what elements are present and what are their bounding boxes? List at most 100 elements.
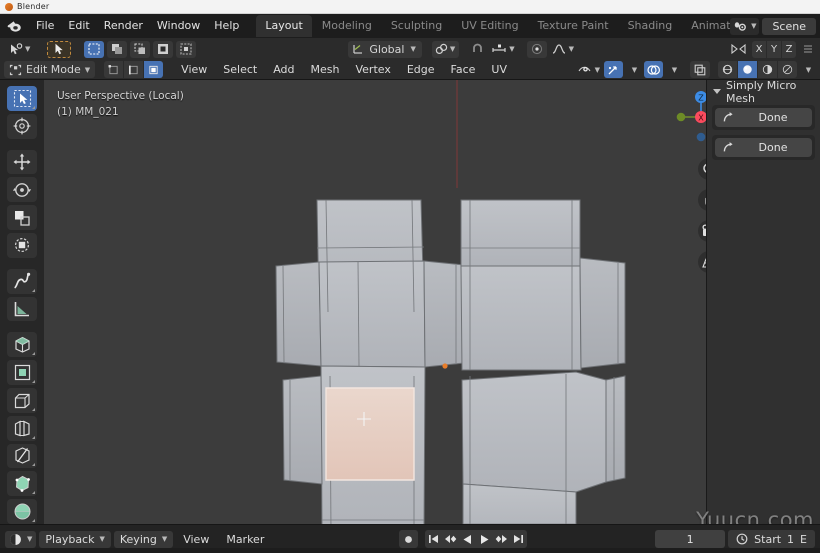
viewport-menu-uv[interactable]: UV bbox=[484, 62, 514, 77]
select-mode-invert[interactable] bbox=[153, 40, 174, 58]
shading-material-button[interactable] bbox=[758, 61, 777, 78]
tool-cursor[interactable] bbox=[7, 113, 37, 139]
orientation-caret-icon: ▼ bbox=[410, 45, 416, 53]
menu-render[interactable]: Render bbox=[97, 17, 150, 35]
shading-wireframe-button[interactable] bbox=[718, 61, 737, 78]
mirror-axis-x[interactable]: X bbox=[752, 40, 767, 58]
shading-solid-icon bbox=[743, 65, 752, 74]
menu-file[interactable]: File bbox=[29, 17, 61, 35]
vertex-select-mode-button[interactable] bbox=[104, 61, 124, 78]
options-dropdown[interactable] bbox=[799, 41, 816, 58]
overlays-dropdown[interactable]: ▼ bbox=[665, 61, 682, 78]
tool-expand-corner-icon bbox=[32, 379, 35, 383]
menu-edit[interactable]: Edit bbox=[61, 17, 96, 35]
active-tool-dropdown[interactable]: ▼ bbox=[4, 41, 34, 58]
operator-row-1: Done bbox=[712, 105, 815, 130]
workspace-tab-shading[interactable]: Shading bbox=[619, 15, 682, 37]
mirror-options-button[interactable] bbox=[728, 41, 749, 58]
workspace-tab-layout[interactable]: Layout bbox=[256, 15, 312, 37]
falloff-dropdown[interactable]: ▼ bbox=[550, 41, 576, 58]
menu-help[interactable]: Help bbox=[207, 17, 246, 35]
tool-inset-faces[interactable] bbox=[7, 360, 37, 385]
viewport-menu-vertex[interactable]: Vertex bbox=[348, 62, 397, 77]
timeline-menu-playback[interactable]: Playback ▼ bbox=[39, 530, 111, 548]
panel-header-simply-micro-mesh[interactable]: Simply Micro Mesh bbox=[707, 80, 820, 105]
operator-done-1-button[interactable]: Done bbox=[715, 108, 812, 127]
object-visibility-dropdown[interactable]: ▼ bbox=[576, 61, 602, 78]
tool-measure[interactable] bbox=[7, 296, 37, 322]
timeline-menu-keying[interactable]: Keying ▼ bbox=[113, 530, 174, 548]
transform-orientation-dropdown[interactable]: Global ▼ bbox=[348, 40, 422, 58]
overlays-toggle-button[interactable] bbox=[644, 61, 663, 78]
play-reverse-button[interactable] bbox=[459, 530, 476, 548]
frame-range-field[interactable]: Start 1 E bbox=[728, 530, 815, 548]
mirror-axis-z[interactable]: Z bbox=[782, 40, 797, 58]
viewport-menu-edge[interactable]: Edge bbox=[400, 62, 442, 77]
auto-keying-button[interactable] bbox=[399, 530, 419, 548]
timeline-menu-marker[interactable]: Marker bbox=[219, 532, 271, 547]
next-keyframe-icon bbox=[495, 535, 508, 543]
tool-spin[interactable] bbox=[7, 499, 37, 524]
select-box-icon bbox=[13, 89, 31, 107]
tool-annotate[interactable] bbox=[7, 268, 37, 294]
current-frame-field[interactable]: 1 bbox=[655, 530, 726, 548]
tool-move[interactable] bbox=[7, 149, 37, 175]
overlays-caret-icon: ▼ bbox=[671, 65, 678, 74]
jump-to-end-button[interactable] bbox=[510, 530, 527, 548]
shading-solid-button[interactable] bbox=[738, 61, 757, 78]
tool-scale[interactable] bbox=[7, 205, 37, 230]
tool-rotate[interactable] bbox=[7, 177, 37, 203]
tool-bevel[interactable] bbox=[7, 387, 37, 413]
viewport-menu-face[interactable]: Face bbox=[444, 62, 483, 77]
workspace-tab-uv-editing[interactable]: UV Editing bbox=[452, 15, 527, 37]
menu-window[interactable]: Window bbox=[150, 17, 207, 35]
operator-done-2-label: Done bbox=[758, 141, 788, 154]
tool-tweak-select-box[interactable] bbox=[7, 86, 37, 111]
object-visibility-icon bbox=[578, 66, 591, 71]
mirror-axis-y[interactable]: Y bbox=[767, 40, 782, 58]
scene-selector[interactable]: ▼ bbox=[730, 17, 760, 35]
scene-name-field[interactable]: Scene bbox=[762, 17, 816, 35]
toggle-xray-button[interactable] bbox=[690, 61, 710, 78]
timeline-playback-label: Playback bbox=[45, 532, 95, 546]
gizmo-toggle-button[interactable] bbox=[604, 61, 623, 78]
jump-to-start-button[interactable] bbox=[425, 530, 442, 548]
face-select-mode-button[interactable] bbox=[144, 61, 164, 78]
select-extend-icon bbox=[112, 44, 123, 54]
timeline-menu-view[interactable]: View bbox=[176, 532, 216, 547]
select-mode-extend[interactable] bbox=[107, 40, 128, 58]
tool-extrude-region[interactable] bbox=[7, 332, 37, 358]
shading-rendered-button[interactable] bbox=[778, 61, 797, 78]
viewport-menu-add[interactable]: Add bbox=[266, 62, 301, 77]
viewport-menu-mesh[interactable]: Mesh bbox=[304, 62, 347, 77]
select-mode-intersect[interactable] bbox=[176, 40, 197, 58]
workspace-tab-texture-paint[interactable]: Texture Paint bbox=[529, 15, 618, 37]
viewport-menu-select[interactable]: Select bbox=[216, 62, 264, 77]
select-mode-subtract[interactable] bbox=[130, 40, 151, 58]
proportional-editing-toggle[interactable] bbox=[526, 40, 547, 58]
viewport-3d[interactable]: User Perspective (Local) (1) MM_021 Z X … bbox=[0, 80, 820, 524]
snap-target-dropdown[interactable]: ▼ bbox=[489, 41, 516, 58]
timeline-editor-type-button[interactable]: ▼ bbox=[5, 530, 37, 548]
select-mode-new[interactable] bbox=[84, 40, 105, 58]
shading-dropdown[interactable]: ▼ bbox=[799, 61, 816, 78]
tool-knife[interactable] bbox=[7, 443, 37, 469]
edge-select-mode-button[interactable] bbox=[124, 61, 144, 78]
play-button[interactable] bbox=[476, 530, 493, 548]
interaction-mode-dropdown[interactable]: Edit Mode ▼ bbox=[4, 61, 96, 78]
tool-poly-build[interactable] bbox=[7, 471, 37, 497]
next-keyframe-button[interactable] bbox=[493, 530, 510, 548]
previous-keyframe-button[interactable] bbox=[442, 530, 459, 548]
tool-expand-corner-icon bbox=[32, 407, 35, 411]
tool-loop-cut[interactable] bbox=[7, 415, 37, 441]
workspace-tab-modeling[interactable]: Modeling bbox=[313, 15, 381, 37]
tool-gizmo-button[interactable] bbox=[47, 40, 72, 58]
tool-transform[interactable] bbox=[7, 232, 37, 258]
snap-toggle-button[interactable] bbox=[469, 41, 486, 58]
workspace-tab-sculpting[interactable]: Sculpting bbox=[382, 15, 451, 37]
pivot-point-dropdown[interactable]: ▼ bbox=[431, 40, 460, 58]
operator-done-2-button[interactable]: Done bbox=[715, 138, 812, 157]
viewport-menu-view[interactable]: View bbox=[174, 62, 214, 77]
gizmo-dropdown[interactable]: ▼ bbox=[625, 61, 642, 78]
blender-logo-icon[interactable] bbox=[6, 19, 25, 34]
